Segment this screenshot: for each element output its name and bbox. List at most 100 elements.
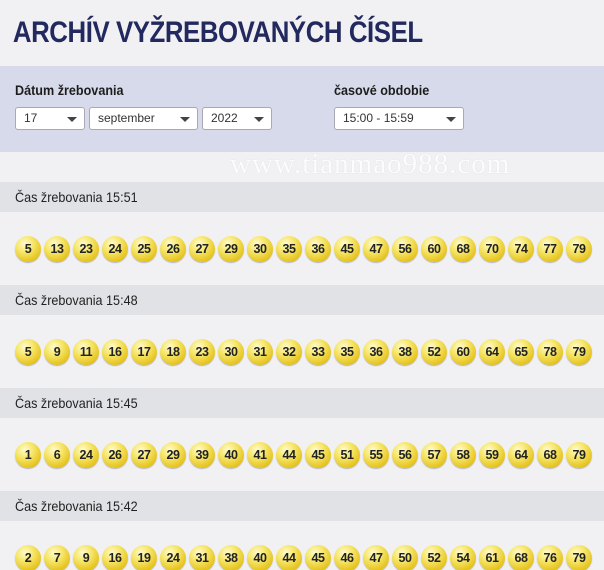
number-ball: 11	[73, 338, 99, 365]
number-ball: 26	[102, 441, 128, 468]
period-filter: časové obdobie 15:00 - 15:59	[334, 82, 464, 130]
drawn-numbers-row: 2 7 9 16 19 24 31 38 40 44 45 46 47 50 52 54 61 68 76 79	[0, 521, 604, 570]
number-ball: 27	[189, 235, 215, 262]
drawn-numbers-row: 5 9 11 16 17 18 23 30 31 32 33 35 36 38 52 60 64 65 78 79	[0, 315, 604, 388]
draw-time-label: Čas žrebovania 15:51	[15, 189, 138, 205]
number-ball: 68	[537, 441, 563, 468]
number-ball: 77	[537, 235, 563, 262]
number-ball: 79	[566, 544, 592, 570]
number-ball: 79	[566, 235, 592, 262]
number-ball: 45	[334, 235, 360, 262]
number-ball: 19	[131, 544, 157, 570]
number-ball: 76	[537, 544, 563, 570]
draw-time-header: Čas žrebovania 15:42	[0, 491, 604, 521]
number-ball: 24	[73, 441, 99, 468]
number-ball: 33	[305, 338, 331, 365]
number-ball: 26	[160, 235, 186, 262]
number-ball: 1	[15, 441, 41, 468]
number-ball: 39	[189, 441, 215, 468]
number-ball: 27	[131, 441, 157, 468]
number-ball: 44	[276, 544, 302, 570]
number-ball: 50	[392, 544, 418, 570]
number-ball: 2	[15, 544, 41, 570]
number-ball: 5	[15, 338, 41, 365]
number-ball: 52	[421, 544, 447, 570]
month-select[interactable]: september	[89, 107, 198, 130]
number-ball: 58	[450, 441, 476, 468]
number-ball: 29	[160, 441, 186, 468]
number-ball: 51	[334, 441, 360, 468]
number-ball: 40	[218, 441, 244, 468]
number-ball: 56	[392, 235, 418, 262]
number-ball: 61	[479, 544, 505, 570]
number-ball: 68	[508, 544, 534, 570]
number-ball: 44	[276, 441, 302, 468]
draw-section: Čas žrebovania 15:48 5 9 11 16 17 18 23 30 31 32 33…	[0, 285, 604, 388]
number-ball: 38	[392, 338, 418, 365]
year-select[interactable]: 2022	[202, 107, 272, 130]
number-ball: 79	[566, 338, 592, 365]
day-value: 17	[24, 111, 38, 125]
chevron-down-icon	[67, 117, 77, 122]
chevron-down-icon	[446, 117, 456, 122]
number-ball: 59	[479, 441, 505, 468]
number-ball: 56	[392, 441, 418, 468]
number-ball: 70	[479, 235, 505, 262]
number-ball: 64	[508, 441, 534, 468]
number-ball: 7	[44, 544, 70, 570]
number-ball: 52	[421, 338, 447, 365]
number-ball: 78	[537, 338, 563, 365]
number-ball: 47	[363, 544, 389, 570]
watermark: www.tianmao988.com	[230, 148, 511, 180]
draw-time-header: Čas žrebovania 15:51	[0, 182, 604, 212]
drawn-numbers-row: 1 6 24 26 27 29 39 40 41 44 45 51 55 56 57 58 59 64 68 79	[0, 418, 604, 491]
number-ball: 23	[73, 235, 99, 262]
chevron-down-icon	[254, 117, 264, 122]
number-ball: 5	[15, 235, 41, 262]
day-select[interactable]: 17	[15, 107, 85, 130]
number-ball: 47	[363, 235, 389, 262]
draw-time-label: Čas žrebovania 15:48	[15, 292, 138, 308]
number-ball: 29	[218, 235, 244, 262]
number-ball: 16	[102, 338, 128, 365]
period-label: časové obdobie	[334, 82, 430, 98]
draw-time-label: Čas žrebovania 15:42	[15, 498, 138, 514]
number-ball: 32	[276, 338, 302, 365]
number-ball: 46	[334, 544, 360, 570]
filter-panel: Dátum žrebovania 17 september 2022 časov…	[0, 66, 604, 152]
period-select[interactable]: 15:00 - 15:59	[334, 107, 464, 130]
number-ball: 13	[44, 235, 70, 262]
number-ball: 25	[131, 235, 157, 262]
number-ball: 17	[131, 338, 157, 365]
number-ball: 24	[160, 544, 186, 570]
draw-section: Čas žrebovania 15:51 5 13 23 24 25 26 27 29 30 35 3…	[0, 182, 604, 285]
draw-time-label: Čas žrebovania 15:45	[15, 395, 138, 411]
date-label: Dátum žrebovania	[15, 82, 124, 98]
draw-time-header: Čas žrebovania 15:48	[0, 285, 604, 315]
number-ball: 24	[102, 235, 128, 262]
number-ball: 45	[305, 544, 331, 570]
number-ball: 36	[363, 338, 389, 365]
number-ball: 40	[247, 544, 273, 570]
number-ball: 16	[102, 544, 128, 570]
month-value: september	[98, 111, 155, 125]
number-ball: 41	[247, 441, 273, 468]
number-ball: 54	[450, 544, 476, 570]
number-ball: 9	[73, 544, 99, 570]
number-ball: 64	[479, 338, 505, 365]
draw-section: Čas žrebovania 15:45 1 6 24 26 27 29 39 40 41 44 45…	[0, 388, 604, 491]
date-filter: Dátum žrebovania 17 september 2022	[15, 82, 272, 130]
number-ball: 35	[276, 235, 302, 262]
number-ball: 55	[363, 441, 389, 468]
number-ball: 18	[160, 338, 186, 365]
number-ball: 30	[218, 338, 244, 365]
number-ball: 60	[421, 235, 447, 262]
number-ball: 79	[566, 441, 592, 468]
number-ball: 36	[305, 235, 331, 262]
number-ball: 35	[334, 338, 360, 365]
chevron-down-icon	[180, 117, 190, 122]
number-ball: 68	[450, 235, 476, 262]
number-ball: 57	[421, 441, 447, 468]
number-ball: 6	[44, 441, 70, 468]
number-ball: 74	[508, 235, 534, 262]
